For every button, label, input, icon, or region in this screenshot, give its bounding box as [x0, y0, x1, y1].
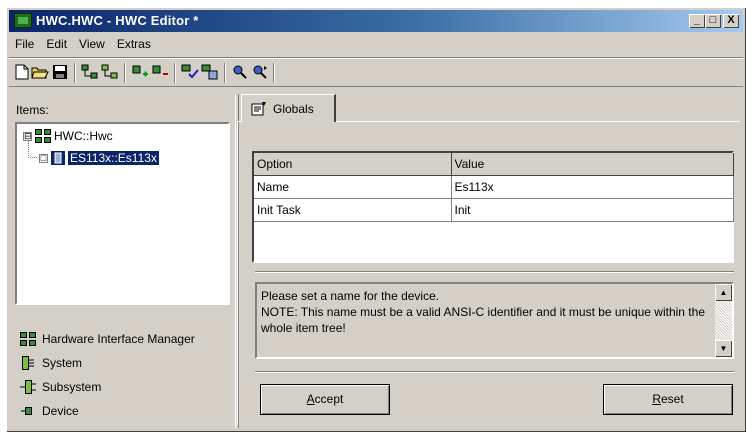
device-icon: [21, 407, 32, 415]
add-device-icon[interactable]: [131, 63, 149, 81]
legend-label: System: [42, 356, 83, 370]
collapse-icon[interactable]: ⊟: [23, 131, 32, 141]
divider: [255, 271, 734, 273]
add-subsystem-icon[interactable]: [101, 63, 119, 81]
legend-item-device: Device: [20, 399, 195, 423]
check-icon[interactable]: [181, 63, 199, 81]
legend-label: Hardware Interface Manager: [42, 332, 195, 346]
column-header-value[interactable]: Value: [451, 153, 734, 176]
system-icon: [22, 356, 34, 370]
legend-label: Device: [42, 404, 79, 418]
value-cell[interactable]: Es113x: [451, 175, 734, 199]
legend-item-hwi: Hardware Interface Manager: [20, 327, 195, 351]
maximize-button[interactable]: □: [705, 14, 721, 28]
window-title: HWC.HWC - HWC Editor *: [36, 13, 199, 28]
legend-item-system: System: [20, 351, 195, 375]
left-panel: Items: ⊟ HWC::Hwc □ ES113x::Es113x Hardw…: [9, 97, 235, 430]
tree-node-hwc[interactable]: ⊟ HWC::Hwc: [23, 129, 113, 143]
divider: [255, 371, 734, 373]
table-row[interactable]: Init Task Init: [254, 198, 734, 222]
tree-node-label: HWC::Hwc: [54, 129, 113, 143]
menu-extras[interactable]: Extras: [111, 34, 157, 54]
description-text: Please set a name for the device. NOTE: …: [261, 289, 705, 335]
open-folder-icon[interactable]: [31, 63, 49, 81]
title-bar[interactable]: HWC.HWC - HWC Editor * _ □ X: [9, 10, 743, 32]
tree-node-label-selected: ES113x::Es113x: [68, 151, 159, 165]
close-button[interactable]: X: [723, 14, 739, 28]
option-cell: Name: [254, 175, 452, 199]
find-icon[interactable]: [231, 63, 249, 81]
reset-button[interactable]: Reset: [603, 384, 733, 415]
find-next-icon[interactable]: [251, 63, 269, 81]
new-file-icon[interactable]: [13, 63, 31, 81]
device-node-icon: [51, 151, 65, 165]
column-header-option[interactable]: Option: [254, 153, 452, 176]
items-label: Items:: [16, 103, 49, 117]
legend: Hardware Interface Manager System Subsys…: [20, 327, 195, 423]
remove-device-icon[interactable]: [151, 63, 169, 81]
scroll-down-icon[interactable]: ▼: [715, 340, 732, 357]
item-tree[interactable]: ⊟ HWC::Hwc □ ES113x::Es113x: [15, 122, 230, 305]
add-system-icon[interactable]: [81, 63, 99, 81]
minimize-button[interactable]: _: [689, 14, 705, 28]
tree-node-es113x[interactable]: □ ES113x::Es113x: [39, 151, 159, 165]
tab-label: Globals: [273, 101, 314, 116]
legend-item-subsystem: Subsystem: [20, 375, 195, 399]
description-scrollbar[interactable]: ▲ ▼: [715, 284, 732, 357]
hwi-manager-icon: [35, 129, 51, 143]
generate-icon[interactable]: [201, 63, 219, 81]
menu-edit[interactable]: Edit: [40, 34, 73, 54]
save-icon[interactable]: [51, 63, 69, 81]
option-cell: Init Task: [254, 198, 452, 222]
scroll-up-icon[interactable]: ▲: [715, 284, 732, 301]
checkbox-icon[interactable]: □: [39, 153, 48, 163]
menu-view[interactable]: View: [73, 34, 111, 54]
toolbar: [9, 57, 743, 87]
menu-bar: File Edit View Extras: [9, 34, 157, 54]
globals-icon: [251, 102, 266, 116]
table-row[interactable]: Name Es113x: [254, 175, 734, 199]
legend-label: Subsystem: [42, 380, 102, 394]
subsystem-icon: [20, 380, 36, 394]
app-icon[interactable]: [14, 13, 32, 28]
menu-file[interactable]: File: [9, 34, 40, 54]
tab-globals[interactable]: Globals: [241, 94, 336, 122]
value-cell[interactable]: Init: [451, 198, 734, 222]
description-box: Please set a name for the device. NOTE: …: [255, 282, 734, 359]
accept-button[interactable]: Accept: [260, 384, 390, 415]
hwi-manager-icon: [20, 332, 36, 346]
options-grid[interactable]: Option Value Name Es113x Init Task Init: [252, 151, 734, 263]
